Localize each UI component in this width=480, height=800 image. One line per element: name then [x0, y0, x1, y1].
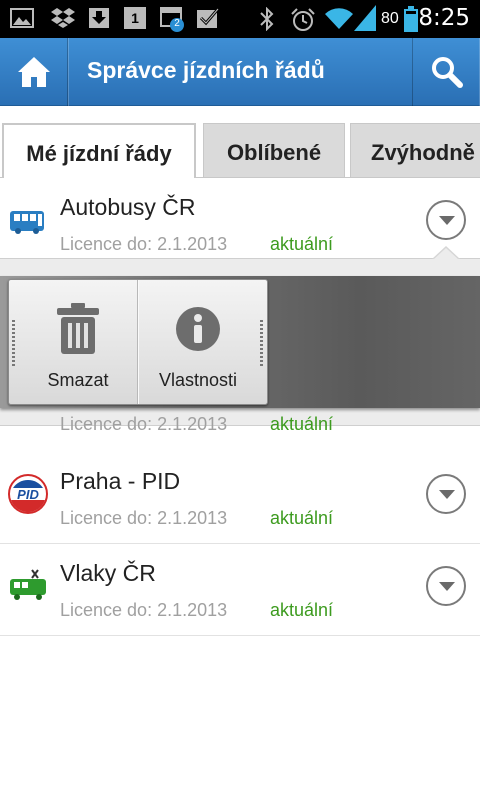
action-bar: Správce jízdních řádů — [0, 38, 480, 106]
popup-pointer-inner — [434, 248, 458, 259]
tab-my-timetables[interactable]: Mé jízdní řády — [2, 123, 196, 178]
grip-right[interactable] — [260, 320, 263, 366]
app-screen: 1 2 80 8:25 Správce jízdních řádů Mé jíz… — [0, 0, 480, 800]
tab-bar: Mé jízdní řády Oblíbené Zvýhodně — [0, 106, 480, 178]
calendar-day: 1 — [131, 10, 139, 26]
clock: 8:25 — [418, 5, 470, 31]
timetable-name: Vlaky ČR — [60, 560, 156, 586]
expand-button[interactable] — [426, 474, 466, 514]
train-icon — [10, 569, 46, 600]
properties-label: Vlastnosti — [158, 370, 238, 390]
properties-button[interactable]: Vlastnosti — [139, 280, 257, 404]
home-icon — [18, 57, 50, 87]
home-button[interactable] — [0, 38, 68, 106]
dropbox-icon — [51, 8, 75, 28]
status-label: aktuální — [270, 508, 334, 528]
page-title: Správce jízdních řádů — [87, 57, 325, 83]
tab-favorites[interactable]: Oblíbené — [203, 123, 345, 178]
timetable-item-trains[interactable]: Vlaky ČR Licence do: 2.1.2013 aktuální — [0, 544, 480, 636]
obscured-license-expiry: Licence do: 2.1.2013 — [60, 414, 228, 434]
timetable-item-prague-pid[interactable]: PID Praha - PID Licence do: 2.1.2013 akt… — [0, 452, 480, 544]
info-icon — [176, 307, 220, 351]
download-icon — [89, 8, 109, 28]
license-expiry: Licence do: 2.1.2013 — [60, 234, 228, 254]
delete-label: Smazat — [47, 370, 109, 390]
search-button[interactable] — [412, 38, 480, 106]
expand-button[interactable] — [426, 200, 466, 240]
status-bar: 1 2 80 8:25 — [0, 0, 480, 38]
calendar-icon: 1 — [124, 7, 146, 29]
quick-action-divider — [137, 280, 138, 404]
signal-icon — [354, 5, 376, 31]
pid-logo-icon: PID — [8, 474, 48, 514]
checkbox-icon — [197, 8, 220, 28]
quick-action-bar: Smazat Vlastnosti — [0, 276, 480, 408]
bluetooth-icon — [260, 7, 274, 31]
timetable-name: Praha - PID — [60, 468, 181, 494]
battery-percent: 80 — [381, 10, 399, 27]
tab-discounted[interactable]: Zvýhodně — [350, 123, 480, 178]
quick-action-panel: Smazat Vlastnosti — [8, 279, 268, 405]
gallery-icon — [10, 8, 34, 28]
bus-icon — [10, 211, 44, 234]
expand-button[interactable] — [426, 566, 466, 606]
timetable-name: Autobusy ČR — [60, 194, 196, 220]
chevron-down-icon — [439, 216, 455, 225]
chevron-down-icon — [439, 582, 455, 591]
grip-left[interactable] — [12, 320, 15, 366]
license-expiry: Licence do: 2.1.2013 — [60, 508, 228, 528]
license-expiry: Licence do: 2.1.2013 — [60, 600, 228, 620]
chevron-down-icon — [439, 490, 455, 499]
trash-icon — [57, 303, 99, 354]
notification-badge: 2 — [174, 18, 180, 29]
delete-button[interactable]: Smazat — [19, 280, 137, 404]
status-label: aktuální — [270, 600, 334, 620]
battery-icon — [404, 6, 418, 32]
wifi-icon — [325, 8, 353, 29]
alarm-icon — [291, 8, 315, 31]
obscured-status-label: aktuální — [270, 414, 334, 434]
status-label: aktuální — [270, 234, 334, 254]
search-icon — [432, 57, 463, 88]
timetable-item-buses[interactable]: Autobusy ČR Licence do: 2.1.2013 aktuáln… — [0, 178, 480, 270]
svg-text:PID: PID — [17, 487, 39, 502]
